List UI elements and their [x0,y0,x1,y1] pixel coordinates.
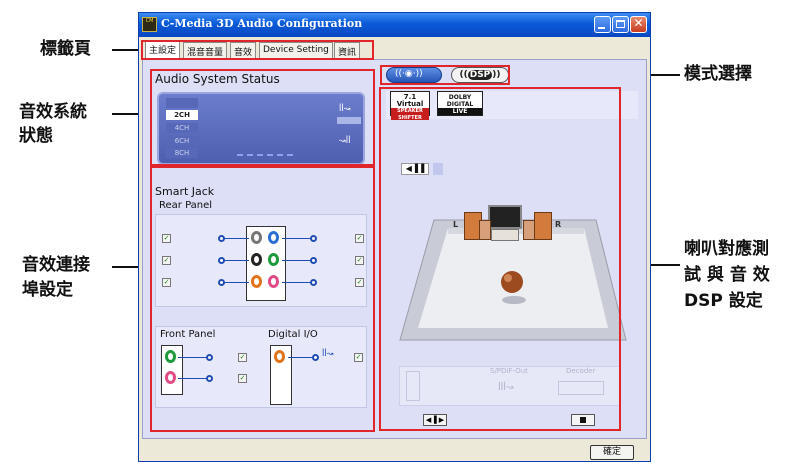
callout-status-line1: 音效系統 [19,102,87,122]
close-button[interactable]: ✕ [630,16,647,33]
callout-speaker-line1: 喇叭對應測 [684,239,769,259]
callout-speaker-line2: 試 與 音 效 [684,265,770,285]
highlight-tabs [141,40,374,60]
callout-mode: 模式選擇 [684,64,752,84]
minimize-button[interactable] [594,16,611,33]
callout-jack-line2: 埠設定 [22,280,73,300]
callout-status-line2: 狀態 [19,126,53,146]
callout-speaker-line3: DSP 設定 [684,291,763,311]
callout-tabs: 標籤頁 [40,39,91,59]
maximize-button[interactable] [612,16,629,33]
cmedia-logo-icon: CM [142,17,157,32]
ok-button[interactable]: 確定 [590,445,634,460]
callout-jack-line1: 音效連接 [22,255,90,275]
window-title: C-Media 3D Audio Configuration [161,17,363,30]
callout-line-tabs [112,49,140,51]
title-bar: CM C-Media 3D Audio Configuration ✕ [139,13,650,37]
highlight-smart-jack [150,166,375,432]
highlight-mode [380,65,510,85]
highlight-speaker [379,87,621,431]
highlight-status [150,69,375,166]
close-icon: ✕ [633,16,644,30]
